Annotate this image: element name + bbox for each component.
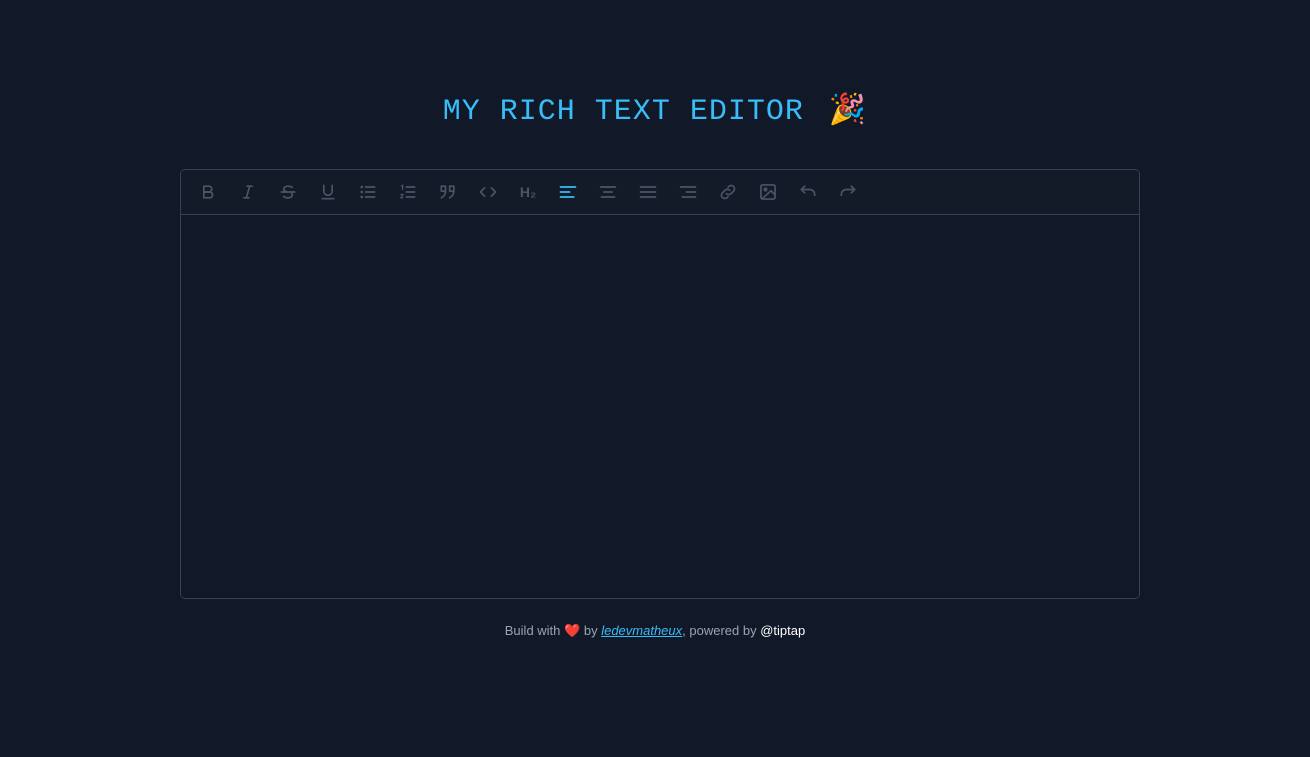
heart-icon: ❤️ (564, 623, 581, 638)
align-center-button[interactable] (588, 172, 628, 212)
code-button[interactable] (468, 172, 508, 212)
link-icon (720, 184, 736, 200)
italic-button[interactable] (228, 172, 268, 212)
undo-button[interactable] (788, 172, 828, 212)
blockquote-icon (440, 185, 455, 199)
align-left-icon (559, 186, 577, 198)
page: MY RICH TEXT EDITOR 🎉 H₂ Build with ❤️ b… (0, 0, 1310, 757)
footer-prefix: Build with (504, 623, 561, 638)
author-link[interactable]: ledevmatheux (601, 623, 682, 638)
bold-button[interactable] (188, 172, 228, 212)
redo-button[interactable] (828, 172, 868, 212)
align-right-button[interactable] (668, 172, 708, 212)
party-popper-icon: 🎉 (828, 92, 868, 127)
rich-text-editor: H₂ (180, 169, 1140, 599)
underline-icon (321, 184, 335, 200)
bullet-list-icon (360, 185, 376, 199)
heading-2-icon: H₂ (519, 184, 537, 200)
strikethrough-button[interactable] (268, 172, 308, 212)
heading-2-button[interactable]: H₂ (508, 172, 548, 212)
code-icon (479, 187, 497, 197)
footer-by: by (583, 623, 598, 638)
ordered-list-icon (399, 184, 416, 199)
blockquote-button[interactable] (428, 172, 468, 212)
redo-icon (840, 185, 856, 197)
image-icon (760, 184, 776, 200)
align-justify-icon (639, 186, 657, 198)
footer: Build with ❤️ by ledevmatheux, powered b… (0, 622, 1310, 640)
bullet-list-button[interactable] (348, 172, 388, 212)
tiptap-link[interactable]: @tiptap (760, 623, 805, 638)
align-justify-button[interactable] (628, 172, 668, 212)
link-button[interactable] (708, 172, 748, 212)
italic-icon (243, 185, 253, 199)
align-center-icon (599, 186, 617, 198)
page-title: MY RICH TEXT EDITOR 🎉 (0, 88, 1310, 134)
footer-powered: , powered by (682, 623, 757, 638)
align-right-icon (679, 186, 697, 198)
page-title-text: MY RICH TEXT EDITOR (442, 95, 804, 129)
editor-toolbar: H₂ (181, 170, 1139, 215)
editor-content-area[interactable] (181, 215, 1139, 598)
align-left-button[interactable] (548, 172, 588, 212)
ordered-list-button[interactable] (388, 172, 428, 212)
undo-icon (800, 185, 816, 197)
strikethrough-icon (280, 185, 296, 199)
bold-icon (203, 185, 214, 199)
underline-button[interactable] (308, 172, 348, 212)
image-button[interactable] (748, 172, 788, 212)
